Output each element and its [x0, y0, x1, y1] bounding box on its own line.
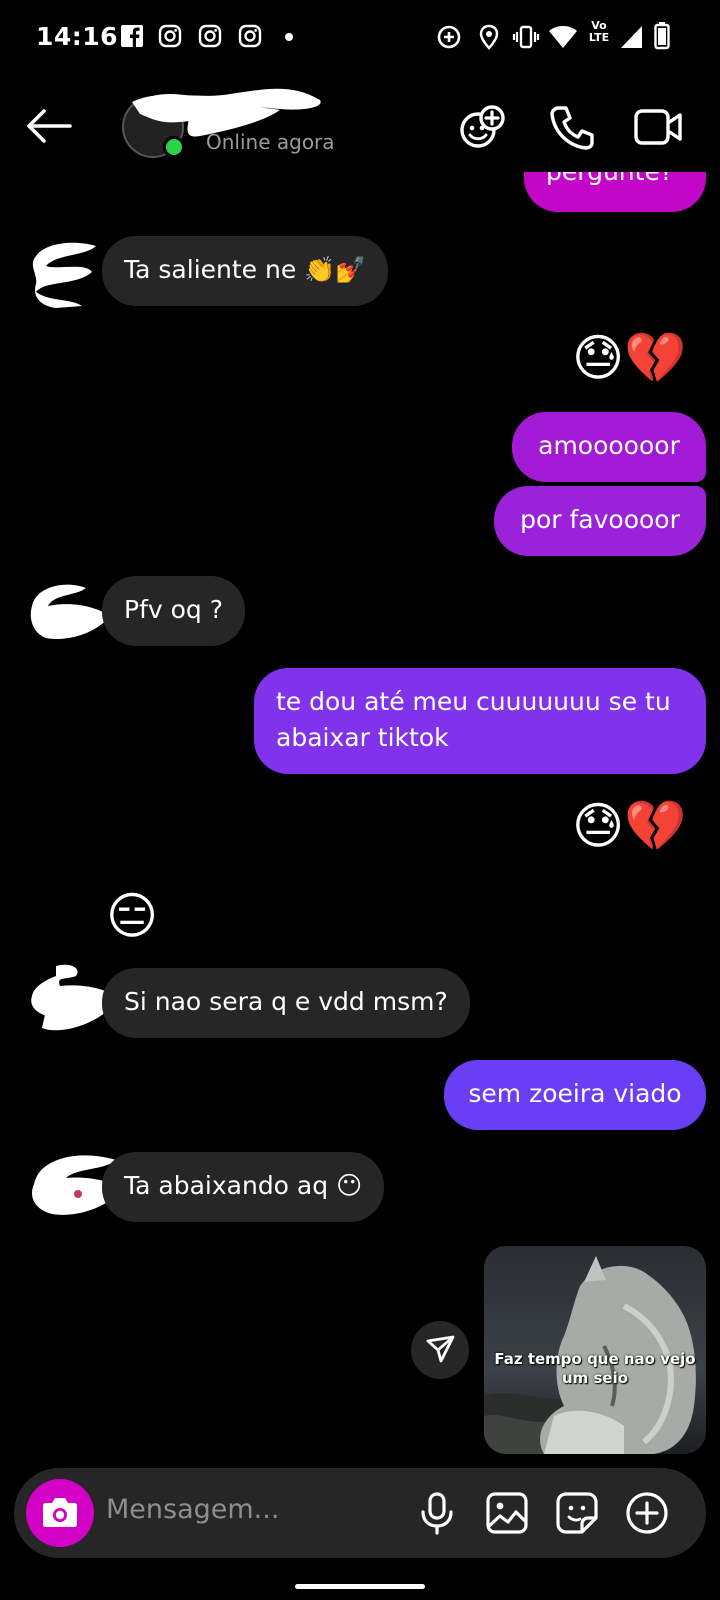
share-button[interactable]	[411, 1321, 469, 1379]
vibrate-icon	[512, 25, 540, 49]
redacted-avatar	[30, 584, 110, 640]
volte-label-bottom: LTE	[588, 31, 610, 44]
add-people-icon[interactable]	[458, 102, 508, 152]
message-incoming[interactable]: Ta saliente ne 👏💅	[102, 236, 389, 306]
back-arrow-icon[interactable]	[26, 108, 72, 144]
instagram-icon	[238, 24, 262, 48]
home-indicator[interactable]	[295, 1584, 425, 1589]
signal-icon	[621, 26, 642, 48]
message-outgoing-clipped[interactable]: pergunte?	[524, 172, 706, 212]
message-text: amoooooor	[538, 431, 680, 460]
image-caption: Faz tempo que nao vejo um seio	[494, 1350, 696, 1387]
message-incoming[interactable]: Si nao sera q e vdd msm?	[102, 968, 470, 1038]
dot-icon	[285, 33, 293, 41]
message-incoming[interactable]: Ta abaixando aq 😶	[102, 1152, 385, 1222]
message-text: sem zoeira viado	[468, 1079, 682, 1108]
message-emoji: 👏💅	[304, 255, 367, 284]
volte-icon: Vo LTE	[584, 20, 614, 50]
message-text: pergunte?	[546, 172, 673, 186]
status-bar: 14:16 Vo LTE	[0, 0, 720, 76]
message-outgoing[interactable]: te dou até meu cuuuuuuu se tu abaixar ti…	[254, 668, 706, 774]
image-message[interactable]: Faz tempo que nao vejo um seio	[484, 1246, 706, 1454]
emoji-message-incoming[interactable]: 😑	[106, 886, 158, 946]
gallery-icon[interactable]	[484, 1490, 530, 1536]
plus-icon[interactable]	[624, 1490, 670, 1536]
instagram-icon	[158, 24, 182, 48]
message-composer: Mensagem...	[14, 1468, 706, 1558]
battery-icon	[654, 22, 670, 50]
redacted-avatar	[32, 242, 96, 308]
message-outgoing[interactable]: sem zoeira viado	[444, 1060, 706, 1130]
sticker-icon[interactable]	[554, 1490, 600, 1536]
message-text: Ta abaixando aq	[124, 1171, 329, 1200]
message-text-line: te dou até meu cuuuuuuu se tu	[276, 687, 671, 716]
data-saver-icon	[437, 25, 461, 49]
phone-icon[interactable]	[548, 102, 598, 152]
emoji-message-outgoing[interactable]: 😓💔	[572, 328, 686, 388]
message-text: Pfv oq ?	[124, 595, 223, 624]
status-time: 14:16	[36, 22, 119, 51]
message-text-line: abaixar tiktok	[276, 723, 449, 752]
camera-icon	[43, 1498, 77, 1527]
message-text: por favoooor	[520, 505, 680, 534]
wifi-icon	[549, 26, 577, 48]
message-text: Si nao sera q e vdd msm?	[124, 987, 448, 1016]
message-emoji: 😶	[336, 1171, 363, 1200]
message-bubble: pergunte?	[524, 172, 706, 212]
message-input[interactable]: Mensagem...	[106, 1494, 279, 1525]
message-outgoing[interactable]: por favoooor	[494, 486, 706, 556]
instagram-icon	[198, 24, 222, 48]
chat-header: Online agora	[0, 80, 720, 172]
emoji-message-outgoing[interactable]: 😓💔	[572, 796, 686, 856]
send-icon	[426, 1335, 455, 1363]
message-incoming[interactable]: Pfv oq ?	[102, 576, 245, 646]
message-text: Ta saliente ne	[124, 255, 297, 284]
message-outgoing[interactable]: amoooooor	[512, 412, 706, 482]
camera-button[interactable]	[26, 1479, 94, 1547]
facebook-icon	[121, 25, 143, 47]
location-icon	[479, 24, 499, 50]
microphone-icon[interactable]	[414, 1490, 460, 1536]
video-icon[interactable]	[634, 102, 684, 152]
redacted-contact-name	[132, 88, 321, 137]
